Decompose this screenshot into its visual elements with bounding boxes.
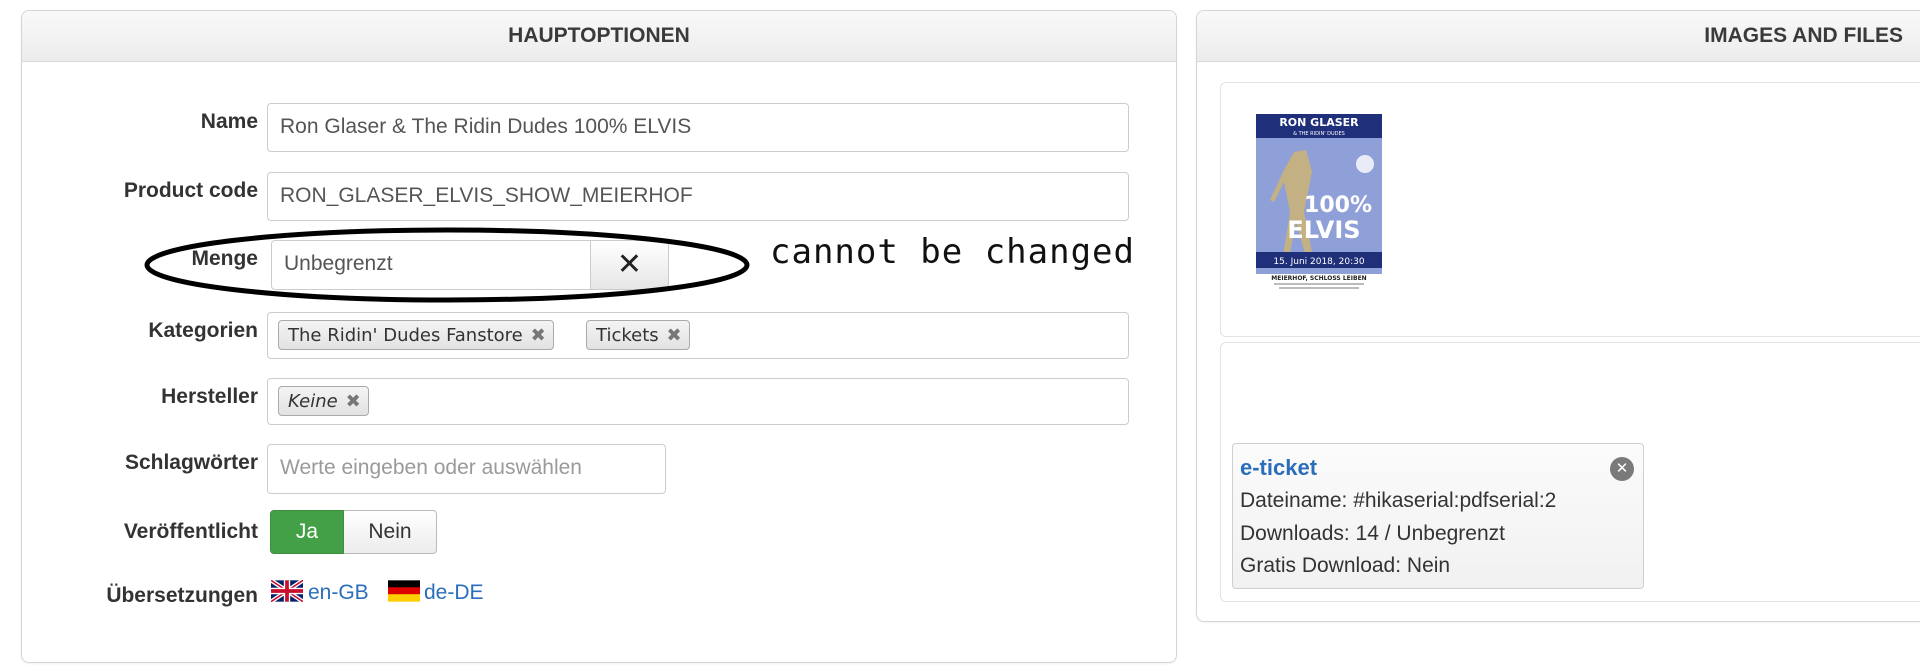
product-code-value: RON_GLASER_ELVIS_SHOW_MEIERHOF	[280, 184, 693, 207]
file-free-download: Gratis Download: Nein	[1240, 554, 1451, 577]
name-input[interactable]: Ron Glaser & The Ridin Dudes 100% ELVIS	[267, 103, 1129, 152]
language-link-en[interactable]: en-GB	[308, 581, 369, 605]
published-label: Veröffentlicht	[123, 520, 258, 543]
hersteller-label: Hersteller	[161, 385, 258, 408]
tags-placeholder: Werte eingeben oder auswählen	[280, 456, 582, 479]
uk-flag-icon	[271, 580, 303, 602]
manufacturer-tag-label: Keine	[288, 391, 338, 412]
file-downloads: Downloads: 14 / Unbegrenzt	[1240, 522, 1505, 545]
remove-tag-icon[interactable]: ✖	[667, 321, 682, 351]
file-name: Dateiname: #hikaserial:pdfserial:2	[1240, 489, 1557, 512]
germany-flag-icon	[388, 580, 420, 602]
name-value: Ron Glaser & The Ridin Dudes 100% ELVIS	[280, 115, 692, 138]
annotation-note: cannot be changed	[770, 232, 1135, 272]
delete-file-icon[interactable]: ✕	[1610, 457, 1634, 481]
file-title-link[interactable]: e-ticket	[1240, 455, 1317, 481]
published-no-button[interactable]: Nein	[344, 510, 437, 554]
kategorien-label: Kategorien	[148, 319, 258, 342]
product-code-input[interactable]: RON_GLASER_ELVIS_SHOW_MEIERHOF	[267, 172, 1129, 221]
category-tag[interactable]: Tickets ✖	[586, 320, 690, 350]
poster-percent: 100%	[1304, 193, 1372, 218]
poster-date: 15. Juni 2018, 20:30	[1273, 257, 1364, 267]
name-label: Name	[200, 110, 258, 133]
poster-title: RON GLASER	[1279, 116, 1359, 129]
manufacturer-tag[interactable]: Keine ✖	[278, 386, 369, 416]
hersteller-input[interactable]: Keine ✖	[267, 378, 1129, 425]
remove-tag-icon[interactable]: ✖	[531, 321, 546, 351]
poster-elvis: ELVIS	[1287, 216, 1360, 244]
language-link-de[interactable]: de-DE	[424, 581, 484, 605]
tags-input[interactable]: Werte eingeben oder auswählen	[267, 444, 666, 494]
annotation-ellipse	[144, 227, 750, 303]
schlagwoerter-label: Schlagwörter	[124, 451, 258, 474]
published-yes-button[interactable]: Ja	[270, 510, 344, 554]
category-tag-label: Tickets	[596, 325, 659, 346]
category-tag[interactable]: The Ridin' Dudes Fanstore ✖	[278, 320, 554, 350]
category-tag-label: The Ridin' Dudes Fanstore	[288, 325, 523, 346]
event-poster-image[interactable]: RON GLASER & THE RIDIN' DUDES 100% ELVIS…	[1254, 112, 1384, 292]
panel-title: IMAGES AND FILES	[1197, 11, 1920, 62]
kategorien-input[interactable]: The Ridin' Dudes Fanstore ✖ Tickets ✖	[267, 312, 1129, 359]
file-card: e-ticket ✕ Dateiname: #hikaserial:pdfser…	[1232, 443, 1644, 589]
poster-venue: MEIERHOF, SCHLOSS LEIBEN	[1271, 275, 1366, 282]
panel-title: HAUPTOPTIONEN	[22, 11, 1176, 62]
product-code-label: Product code	[123, 179, 258, 202]
remove-tag-icon[interactable]: ✖	[346, 387, 361, 417]
poster-subtitle: & THE RIDIN' DUDES	[1293, 131, 1345, 137]
translations-label: Übersetzungen	[106, 584, 258, 607]
